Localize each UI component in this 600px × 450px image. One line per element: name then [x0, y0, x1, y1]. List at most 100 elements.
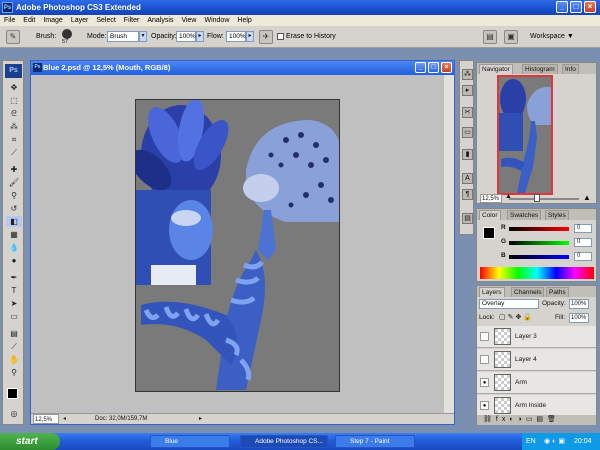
maximize-button[interactable]: □: [570, 1, 582, 13]
eye-icon[interactable]: ●: [480, 401, 489, 410]
device-central-icon[interactable]: ▣: [504, 30, 518, 44]
layer-row-layer-3[interactable]: Layer 3: [477, 326, 596, 348]
airbrush-icon[interactable]: ✈: [259, 30, 273, 44]
language-indicator[interactable]: EN: [526, 433, 536, 450]
tab-color[interactable]: Color: [479, 210, 501, 220]
eye-icon[interactable]: ●: [480, 378, 489, 387]
color-spectrum-bar[interactable]: [480, 267, 594, 279]
zoom-in-icon[interactable]: ▲: [583, 193, 591, 202]
healing-brush-icon[interactable]: ✚: [6, 164, 22, 175]
eraser-tool-icon[interactable]: ✎: [6, 30, 20, 44]
blend-mode-select[interactable]: Overlay: [479, 299, 539, 309]
task-paint[interactable]: Step 7 - Paint: [335, 435, 415, 448]
task-blue-folder[interactable]: Blue: [150, 435, 230, 448]
foreground-color-swatch[interactable]: [7, 388, 18, 399]
tab-navigator[interactable]: Navigator: [479, 64, 513, 74]
g-input[interactable]: 0: [574, 238, 592, 247]
fill-input[interactable]: 100%: [569, 313, 589, 323]
close-button[interactable]: ×: [584, 1, 596, 13]
zoom-level-input[interactable]: 12,5%: [33, 414, 59, 424]
doc-close-button[interactable]: ×: [441, 62, 452, 73]
image-canvas[interactable]: [135, 99, 340, 392]
shape-tool-icon[interactable]: ▭: [6, 311, 22, 322]
erase-history-checkbox[interactable]: [277, 33, 284, 40]
lock-icons[interactable]: ▢✎✥🔒: [499, 313, 534, 321]
tab-swatches[interactable]: Swatches: [507, 210, 542, 220]
tab-histogram[interactable]: Histogram: [522, 64, 558, 74]
mode-select[interactable]: Brush: [107, 31, 139, 42]
minimize-button[interactable]: _: [556, 1, 568, 13]
g-slider[interactable]: [509, 241, 569, 245]
character-panel-icon[interactable]: A: [462, 173, 473, 184]
eyedropper-tool-icon[interactable]: ⟋: [6, 147, 22, 158]
menu-analysis[interactable]: Analysis: [143, 15, 177, 26]
task-photoshop[interactable]: Adobe Photoshop CS...: [240, 435, 328, 448]
navigator-zoom-slider[interactable]: [509, 198, 579, 200]
vertical-scrollbar[interactable]: [444, 75, 454, 416]
zoom-tool-icon[interactable]: ⚲: [6, 367, 22, 378]
menu-select[interactable]: Select: [92, 15, 119, 26]
doc-minimize-button[interactable]: _: [415, 62, 426, 73]
tab-info[interactable]: Info: [562, 64, 579, 74]
crop-tool-icon[interactable]: ⌗: [6, 134, 22, 145]
layers-footer-toolbar[interactable]: ⛓fx◐◑▭▤🗑: [477, 415, 596, 425]
history-panel-icon[interactable]: ▭: [462, 127, 473, 138]
tab-layers[interactable]: Layers: [479, 287, 505, 297]
pen-tool-icon[interactable]: ✒: [6, 272, 22, 283]
eyedropper-icon[interactable]: ⟋: [6, 341, 22, 352]
doc-maximize-button[interactable]: □: [428, 62, 439, 73]
layer-row-layer-4[interactable]: Layer 4: [477, 349, 596, 371]
chevron-right-icon[interactable]: ▸: [246, 31, 254, 42]
tool-presets-icon[interactable]: ▸: [462, 85, 473, 96]
brush-preview-icon[interactable]: [62, 29, 72, 39]
clone-source-icon[interactable]: ▤: [462, 213, 473, 224]
move-tool-icon[interactable]: ✥: [6, 82, 22, 93]
menu-layer[interactable]: Layer: [67, 15, 93, 26]
brushes-panel-icon[interactable]: ⁂: [462, 69, 473, 80]
dodge-tool-icon[interactable]: ●: [6, 255, 22, 266]
clone-stamp-icon[interactable]: ⚲: [6, 190, 22, 201]
start-button[interactable]: start: [0, 433, 60, 450]
actions-panel-icon[interactable]: ▮: [462, 149, 473, 160]
b-input[interactable]: 0: [574, 252, 592, 261]
brush-tool-icon[interactable]: 🖌: [6, 177, 22, 188]
menu-file[interactable]: File: [0, 15, 19, 26]
layer-opacity-input[interactable]: 100%: [569, 299, 589, 309]
navigator-thumbnail[interactable]: [497, 75, 553, 195]
navigator-zoom-input[interactable]: 12,5%: [480, 194, 502, 203]
paragraph-panel-icon[interactable]: ¶: [462, 189, 473, 200]
magic-wand-tool-icon[interactable]: ⁂: [6, 121, 22, 132]
notes-tool-icon[interactable]: ▤: [6, 328, 22, 339]
status-arrow-icon[interactable]: ◂: [63, 414, 66, 424]
tab-styles[interactable]: Styles: [545, 210, 569, 220]
chevron-down-icon[interactable]: ▾: [139, 31, 147, 42]
history-brush-icon[interactable]: ↺: [6, 203, 22, 214]
navigator-slider-handle[interactable]: [534, 194, 540, 202]
tray-icons[interactable]: ◉◐▣: [544, 433, 567, 450]
b-slider[interactable]: [509, 255, 569, 259]
layer-row-arm[interactable]: ● Arm: [477, 372, 596, 394]
workspace-menu[interactable]: Workspace ▼: [530, 33, 574, 40]
layer-comps-icon[interactable]: ✂: [462, 107, 473, 118]
visibility-toggle[interactable]: [480, 332, 489, 341]
file-browser-icon[interactable]: ▤: [483, 30, 497, 44]
lasso-tool-icon[interactable]: ᘓ: [6, 108, 22, 119]
r-slider[interactable]: [509, 227, 569, 231]
path-select-icon[interactable]: ➤: [6, 298, 22, 309]
status-menu-icon[interactable]: ▸: [199, 414, 202, 424]
visibility-toggle[interactable]: [480, 355, 489, 364]
quick-mask-icon[interactable]: ◎: [6, 408, 22, 419]
menu-filter[interactable]: Filter: [120, 15, 144, 26]
menu-image[interactable]: Image: [39, 15, 66, 26]
menu-help[interactable]: Help: [233, 15, 255, 26]
color-fg-swatch[interactable]: [483, 227, 495, 239]
gradient-tool-icon[interactable]: ▦: [6, 229, 22, 240]
layer-row-arm-inside[interactable]: ● Arm Inside: [477, 395, 596, 417]
chevron-right-icon[interactable]: ▸: [196, 31, 204, 42]
menu-view[interactable]: View: [177, 15, 200, 26]
tab-paths[interactable]: Paths: [546, 287, 569, 297]
marquee-tool-icon[interactable]: ⬚: [6, 95, 22, 106]
blur-tool-icon[interactable]: 💧: [6, 242, 22, 253]
flow-input[interactable]: 100%: [226, 31, 246, 42]
menu-window[interactable]: Window: [200, 15, 233, 26]
